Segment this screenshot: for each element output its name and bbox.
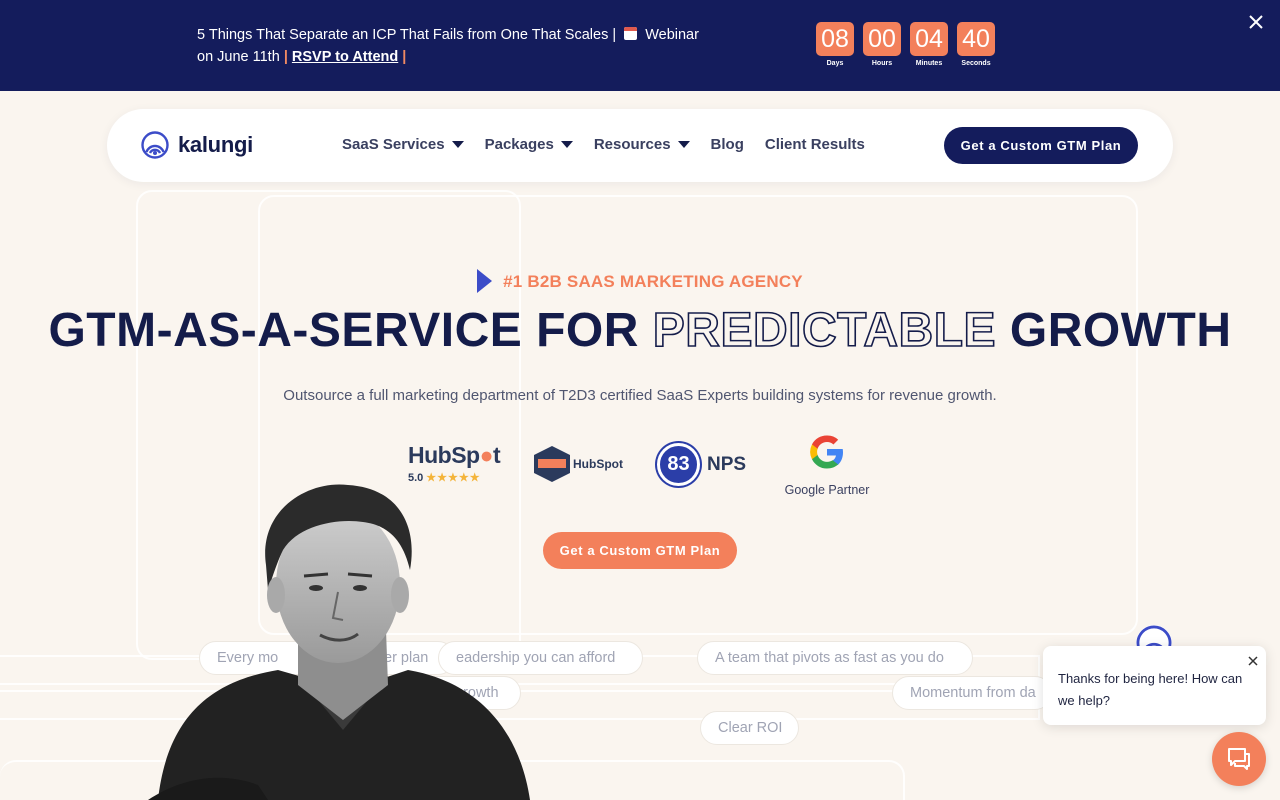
nav-item-saas-services[interactable]: SaaS Services [342, 136, 464, 153]
nav-item-resources[interactable]: Resources [594, 136, 690, 153]
main-navigation: kalungi SaaS Services Packages Resources… [107, 109, 1173, 182]
countdown-timer: 08 Days 00 Hours 04 Minutes 40 Seconds [816, 22, 995, 67]
headline-part: GROWTH [1009, 304, 1232, 357]
countdown-days: 08 Days [816, 22, 854, 67]
countdown-label: Hours [871, 60, 893, 67]
chat-message: Thanks for being here! How can we help? [1058, 671, 1243, 708]
nps-label: NPS [707, 453, 747, 475]
chat-launcher-button[interactable] [1212, 732, 1266, 786]
countdown-value: 08 [816, 22, 854, 56]
hubspot-sprocket-o: ● [479, 442, 494, 468]
countdown-label: Seconds [961, 60, 991, 67]
countdown-label: Days [826, 60, 844, 67]
announcement-text: 5 Things That Separate an ICP That Fails… [197, 27, 609, 43]
founder-photo [148, 484, 530, 800]
google-partner-label: Google Partner [784, 483, 870, 497]
kalungi-logo[interactable]: kalungi [141, 131, 253, 159]
caret-down-icon [451, 141, 464, 148]
announcement-separator: | [283, 49, 288, 65]
rsvp-link[interactable]: RSVP to Attend [292, 49, 398, 65]
hero-subtitle: Outsource a full marketing department of… [283, 387, 997, 404]
countdown-hours: 00 Hours [863, 22, 901, 67]
nav-item-client-results[interactable]: Client Results [765, 136, 865, 153]
nav-item-label: Resources [593, 136, 671, 153]
countdown-value: 00 [863, 22, 901, 56]
nps-badge: 83 NPS [657, 443, 746, 486]
benefit-pill: Clear ROI [700, 711, 799, 745]
headline-part: GTM-AS-A-SERVICE FOR [48, 304, 639, 357]
hero-headline: GTM-AS-A-SERVICE FOR PREDICTABLE GROWTH [0, 303, 1280, 358]
benefit-pill: Momentum from da [892, 676, 1052, 710]
logo-text: kalungi [178, 132, 253, 157]
nav-item-label: SaaS Services [342, 136, 445, 153]
caret-down-icon [560, 141, 573, 148]
hero-eyebrow: #1 B2B SAAS MARKETING AGENCY [0, 269, 1280, 293]
countdown-seconds: 40 Seconds [957, 22, 995, 67]
google-partner-badge: Google Partner [782, 432, 872, 497]
announcement-bar: 5 Things That Separate an ICP That Fails… [0, 0, 1280, 91]
nav-item-packages[interactable]: Packages [485, 136, 573, 153]
hubspot-logo: HubSp●t [408, 442, 501, 469]
chat-welcome-bubble[interactable]: Thanks for being here! How can we help? [1043, 646, 1266, 725]
nav-item-blog[interactable]: Blog [711, 136, 744, 153]
nav-item-label: Packages [484, 136, 554, 153]
announcement-separator: | [612, 27, 617, 43]
hubspot-rating-badge: HubSp●t 5.0 ★★★★★ [408, 442, 501, 484]
nav-item-label: Client Results [764, 136, 865, 153]
nav-item-label: Blog [710, 136, 744, 153]
eyebrow-text: #1 B2B SAAS MARKETING AGENCY [503, 272, 803, 291]
chat-close-icon[interactable] [1248, 650, 1258, 672]
announcement-separator: | [402, 49, 407, 65]
google-g-icon [810, 435, 843, 469]
chat-bubble-icon [1228, 748, 1250, 770]
nps-score: 83 [657, 443, 700, 486]
calendar-icon [624, 27, 638, 40]
benefit-pill: A team that pivots as fast as you do [697, 641, 973, 675]
hubspot-word: t [493, 442, 501, 468]
hero-get-custom-gtm-plan-button[interactable]: Get a Custom GTM Plan [543, 532, 737, 569]
countdown-label: Minutes [915, 60, 943, 67]
close-icon[interactable] [1246, 14, 1266, 34]
diamond-hexagon-icon [534, 446, 570, 482]
play-triangle-icon [477, 269, 493, 293]
diamond-badge-label: HubSpot [573, 457, 623, 471]
hubspot-word: HubSp [408, 442, 480, 468]
get-custom-gtm-plan-button[interactable]: Get a Custom GTM Plan [944, 127, 1138, 164]
announcement-message: 5 Things That Separate an ICP That Fails… [197, 24, 717, 68]
countdown-value: 04 [910, 22, 948, 56]
nav-menu: SaaS Services Packages Resources Blog Cl… [342, 136, 886, 153]
hubspot-diamond-partner-badge: HubSpot [534, 446, 623, 482]
caret-down-icon [677, 141, 690, 148]
kalungi-logo-icon [141, 131, 169, 159]
headline-outline-word: PREDICTABLE [652, 303, 997, 358]
countdown-value: 40 [957, 22, 995, 56]
countdown-minutes: 04 Minutes [910, 22, 948, 67]
